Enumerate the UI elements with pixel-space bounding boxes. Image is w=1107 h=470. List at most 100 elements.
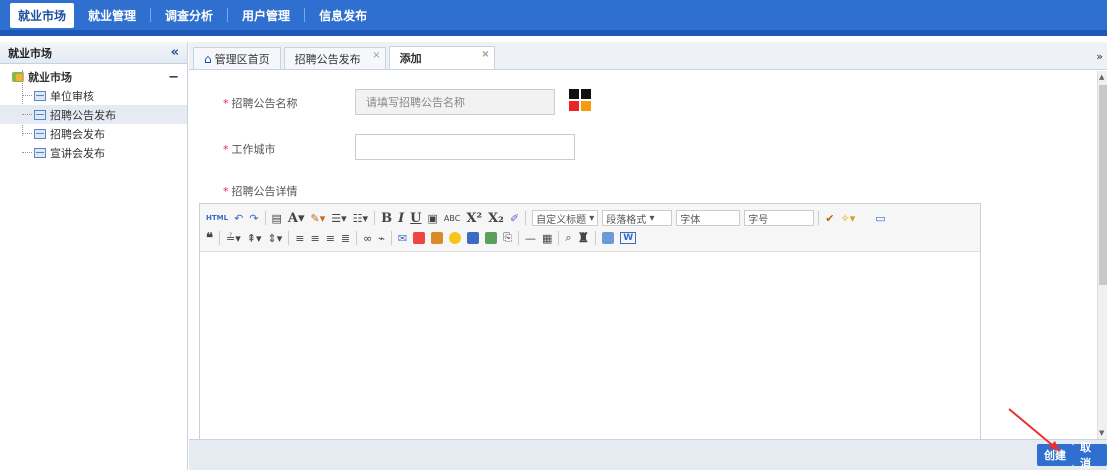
tab-admin-home[interactable]: ⌂ 管理区首页	[193, 47, 281, 69]
tree-item-seminar-publish[interactable]: 宣讲会发布	[0, 143, 187, 162]
close-icon[interactable]: ×	[372, 50, 380, 61]
border-icon[interactable]: ▣	[428, 212, 438, 225]
label-text: 招聘公告名称	[231, 97, 298, 110]
font-size-select[interactable]: 字号	[744, 210, 815, 226]
close-icon[interactable]: ×	[481, 49, 489, 60]
job-notice-name-input[interactable]: 请填写招聘公告名称	[355, 89, 555, 115]
job-notice-detail-label: * 招聘公告详情	[223, 183, 298, 199]
horizontal-rule-icon[interactable]: —	[525, 232, 536, 245]
toolbar-separator	[818, 211, 820, 225]
toolbar-separator	[219, 231, 220, 245]
tree-item-job-notice-publish[interactable]: 招聘公告发布	[0, 105, 187, 124]
work-city-input[interactable]	[355, 134, 575, 160]
label-text: 招聘公告详情	[231, 185, 298, 198]
link-icon[interactable]: ∞	[363, 232, 372, 245]
align-center-icon[interactable]: ≡	[310, 232, 319, 245]
tab-job-notice-publish[interactable]: 招聘公告发布 ×	[283, 47, 386, 69]
highlight-color-icon[interactable]: ✎▾	[311, 212, 326, 225]
scrollbar-thumb[interactable]	[1099, 85, 1107, 285]
collapse-panel-icon[interactable]: «	[171, 45, 179, 60]
select-value: 字体	[680, 214, 701, 226]
align-right-icon[interactable]: ≡	[326, 232, 335, 245]
quote-icon[interactable]: ❝	[206, 231, 213, 246]
indent-icon[interactable]: ⇕▾	[268, 232, 283, 245]
color-picker-icon[interactable]	[569, 89, 591, 111]
editor-body[interactable]	[200, 252, 980, 442]
tab-label: 招聘公告发布	[294, 52, 361, 66]
strikethrough-icon[interactable]: ABC	[444, 214, 460, 223]
font-color-icon[interactable]: A▾	[288, 211, 305, 226]
tree-item-unit-review[interactable]: 单位审核	[0, 86, 187, 105]
unlink-icon[interactable]: ⌁	[378, 232, 385, 245]
subscript-icon[interactable]: X₂	[488, 211, 504, 226]
document-icon	[34, 109, 46, 120]
tree-root-label: 就业市场	[28, 71, 72, 84]
image-icon[interactable]	[413, 232, 426, 244]
tab-add[interactable]: 添加 ×	[388, 46, 495, 69]
word-import-icon[interactable]: W	[620, 232, 637, 244]
table-icon[interactable]: ▦	[542, 232, 552, 245]
attachment-icon[interactable]: ✉	[398, 232, 407, 245]
required-mark: *	[223, 185, 229, 198]
tree-item-job-fair-publish[interactable]: 招聘会发布	[0, 124, 187, 143]
line-height-icon[interactable]: ≟▾	[226, 232, 241, 245]
superscript-icon[interactable]: X²	[466, 211, 482, 226]
toolbar-separator	[558, 231, 560, 245]
nav-separator	[304, 8, 306, 22]
rich-text-editor: HTML ↶ ↷ ▤ A▾ ✎▾ ☰▾ ☷▾ B I U ▣ ABC X² X₂…	[199, 203, 981, 443]
cancel-button[interactable]: 取消	[1073, 441, 1107, 470]
scroll-down-icon[interactable]: ▼	[1099, 429, 1104, 437]
tabs-more-icon[interactable]: »	[1096, 50, 1103, 63]
toolbar-separator	[595, 231, 597, 245]
nav-item-survey-analysis[interactable]: 调查分析	[157, 3, 221, 28]
vertical-scrollbar[interactable]: ▲ ▼	[1097, 71, 1107, 439]
template-icon[interactable]	[467, 232, 480, 244]
nav-item-info-publish[interactable]: 信息发布	[311, 3, 375, 28]
nav-item-employment-market[interactable]: 就业市场	[10, 2, 75, 28]
collapse-tree-icon[interactable]: −	[168, 70, 179, 85]
redo-icon[interactable]: ↷	[249, 212, 258, 225]
font-family-select[interactable]: 字体	[676, 210, 741, 226]
form-area: * 招聘公告名称 请填写招聘公告名称 * 工作城市 * 招聘公告详情 HTML ↶ ↷…	[189, 71, 1097, 443]
align-justify-icon[interactable]: ≣	[341, 232, 350, 245]
scroll-up-icon[interactable]: ▲	[1099, 73, 1104, 81]
nav-item-user-management[interactable]: 用户管理	[234, 3, 298, 28]
search-icon[interactable]: ⌕	[565, 231, 571, 245]
editor-toolbar: HTML ↶ ↷ ▤ A▾ ✎▾ ☰▾ ☷▾ B I U ▣ ABC X² X₂…	[200, 204, 980, 252]
toolbar-separator	[288, 231, 290, 245]
tree-item-label: 招聘公告发布	[50, 108, 116, 122]
preview-icon[interactable]: ▭	[875, 212, 885, 225]
left-panel-header: 就业市场 «	[0, 42, 187, 64]
brush-icon[interactable]: ✔	[825, 212, 834, 225]
italic-button[interactable]: I	[398, 211, 404, 226]
magic-wand-icon[interactable]: ✧▾	[841, 212, 856, 225]
find-replace-icon[interactable]: ♜	[578, 231, 590, 246]
select-value: 字号	[748, 214, 769, 226]
paragraph-format-select[interactable]: 段落格式 ▾	[602, 210, 673, 226]
chart-icon[interactable]	[485, 232, 498, 244]
toolbar-separator	[390, 231, 392, 245]
html-source-button[interactable]: HTML	[206, 214, 228, 222]
unordered-list-icon[interactable]: ☷▾	[353, 212, 368, 225]
paragraph-spacing-icon[interactable]: ⇞▾	[247, 232, 262, 245]
emoticon-icon[interactable]	[449, 232, 462, 244]
eraser-icon[interactable]: ✐	[510, 212, 519, 225]
video-icon[interactable]	[431, 232, 444, 244]
toolbar-separator	[264, 211, 266, 225]
align-left-icon[interactable]: ≡	[295, 232, 304, 245]
toolbar-separator	[356, 231, 358, 245]
bold-button[interactable]: B	[381, 211, 392, 226]
action-bar: 创建 取消	[189, 439, 1107, 470]
toolbar-separator	[517, 231, 519, 245]
toolbar-separator	[525, 211, 527, 225]
format-painter-icon[interactable]: ▤	[272, 212, 282, 225]
underline-button[interactable]: U	[410, 211, 421, 226]
paste-word-icon[interactable]	[602, 232, 615, 244]
tree-item-label: 招聘会发布	[50, 127, 105, 141]
nav-item-employment-management[interactable]: 就业管理	[80, 3, 144, 28]
ordered-list-icon[interactable]: ☰▾	[331, 212, 346, 225]
custom-title-select[interactable]: 自定义标题 ▾	[532, 210, 599, 226]
pagebreak-icon[interactable]: ⎘	[503, 231, 512, 245]
undo-icon[interactable]: ↶	[234, 212, 243, 225]
tree-root[interactable]: 就业市场 −	[0, 68, 187, 86]
